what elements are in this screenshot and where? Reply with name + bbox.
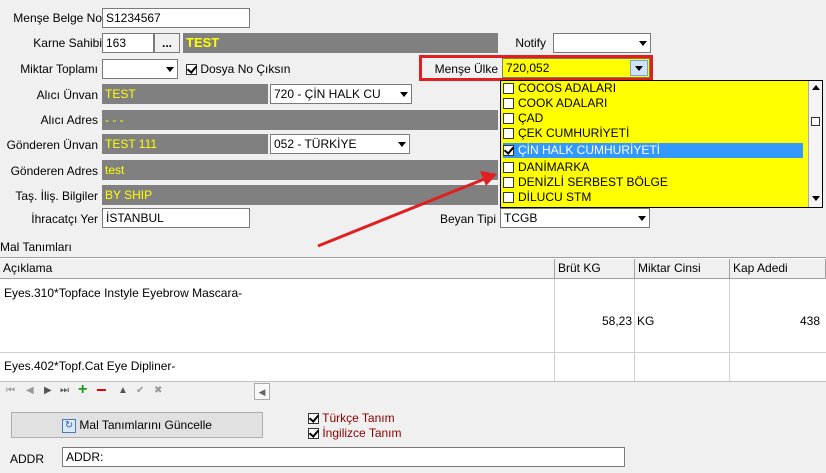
nav-add-icon[interactable]: +	[78, 381, 87, 399]
nav-last-icon[interactable]: ⏭	[60, 385, 69, 396]
ingilizce-tanim-checkbox[interactable]: İngilizce Tanım	[308, 426, 402, 440]
checkbox-checked-icon	[308, 412, 320, 425]
column-header-brut-kg[interactable]: Brüt KG	[555, 259, 635, 279]
addr-input[interactable]: ADDR:	[62, 447, 625, 467]
nav-first-icon[interactable]: ⏮	[6, 385, 15, 396]
ingilizce-tanim-label: İngilizce Tanım	[322, 426, 402, 440]
row-aciklama: Eyes.402*Topf.Cat Eye Dipliner-	[4, 359, 176, 373]
update-goods-button[interactable]: ↻ Mal Tanımlarını Güncelle	[11, 412, 263, 438]
table-row[interactable]: Eyes.310*Topface Instyle Eyebrow Mascara…	[0, 280, 826, 352]
row-brut-kg: 58,23	[601, 314, 632, 328]
row-kap-adedi: 438	[799, 314, 820, 328]
nav-delete-icon[interactable]: −	[96, 380, 107, 401]
update-goods-label: Mal Tanımlarını Güncelle	[79, 418, 212, 432]
nav-post-icon[interactable]: ✔	[136, 385, 144, 396]
table-row[interactable]: Eyes.402*Topf.Cat Eye Dipliner-	[0, 353, 826, 381]
turkce-tanim-label: Türkçe Tanım	[322, 411, 395, 425]
nav-scroll-left-icon[interactable]: ◀	[254, 383, 270, 400]
column-header-kap-adedi[interactable]: Kap Adedi	[730, 259, 826, 279]
addr-label: ADDR	[10, 452, 45, 466]
nav-prev-icon[interactable]: ◀	[26, 385, 34, 396]
nav-cancel-icon[interactable]: ✖	[154, 385, 162, 396]
nav-edit-icon[interactable]: ▲	[118, 385, 128, 396]
turkce-tanim-checkbox[interactable]: Türkçe Tanım	[308, 411, 395, 425]
refresh-icon: ↻	[62, 418, 77, 433]
column-header-miktar-cinsi[interactable]: Miktar Cinsi	[635, 259, 730, 279]
nav-next-icon[interactable]: ▶	[44, 385, 52, 396]
column-header-aciklama[interactable]: Açıklama	[0, 259, 555, 279]
row-miktar-cinsi: KG	[637, 314, 655, 328]
goods-section-title: Mal Tanımları	[0, 240, 72, 254]
checkbox-checked-icon	[308, 427, 320, 440]
row-aciklama: Eyes.310*Topface Instyle Eyebrow Mascara…	[4, 286, 243, 300]
